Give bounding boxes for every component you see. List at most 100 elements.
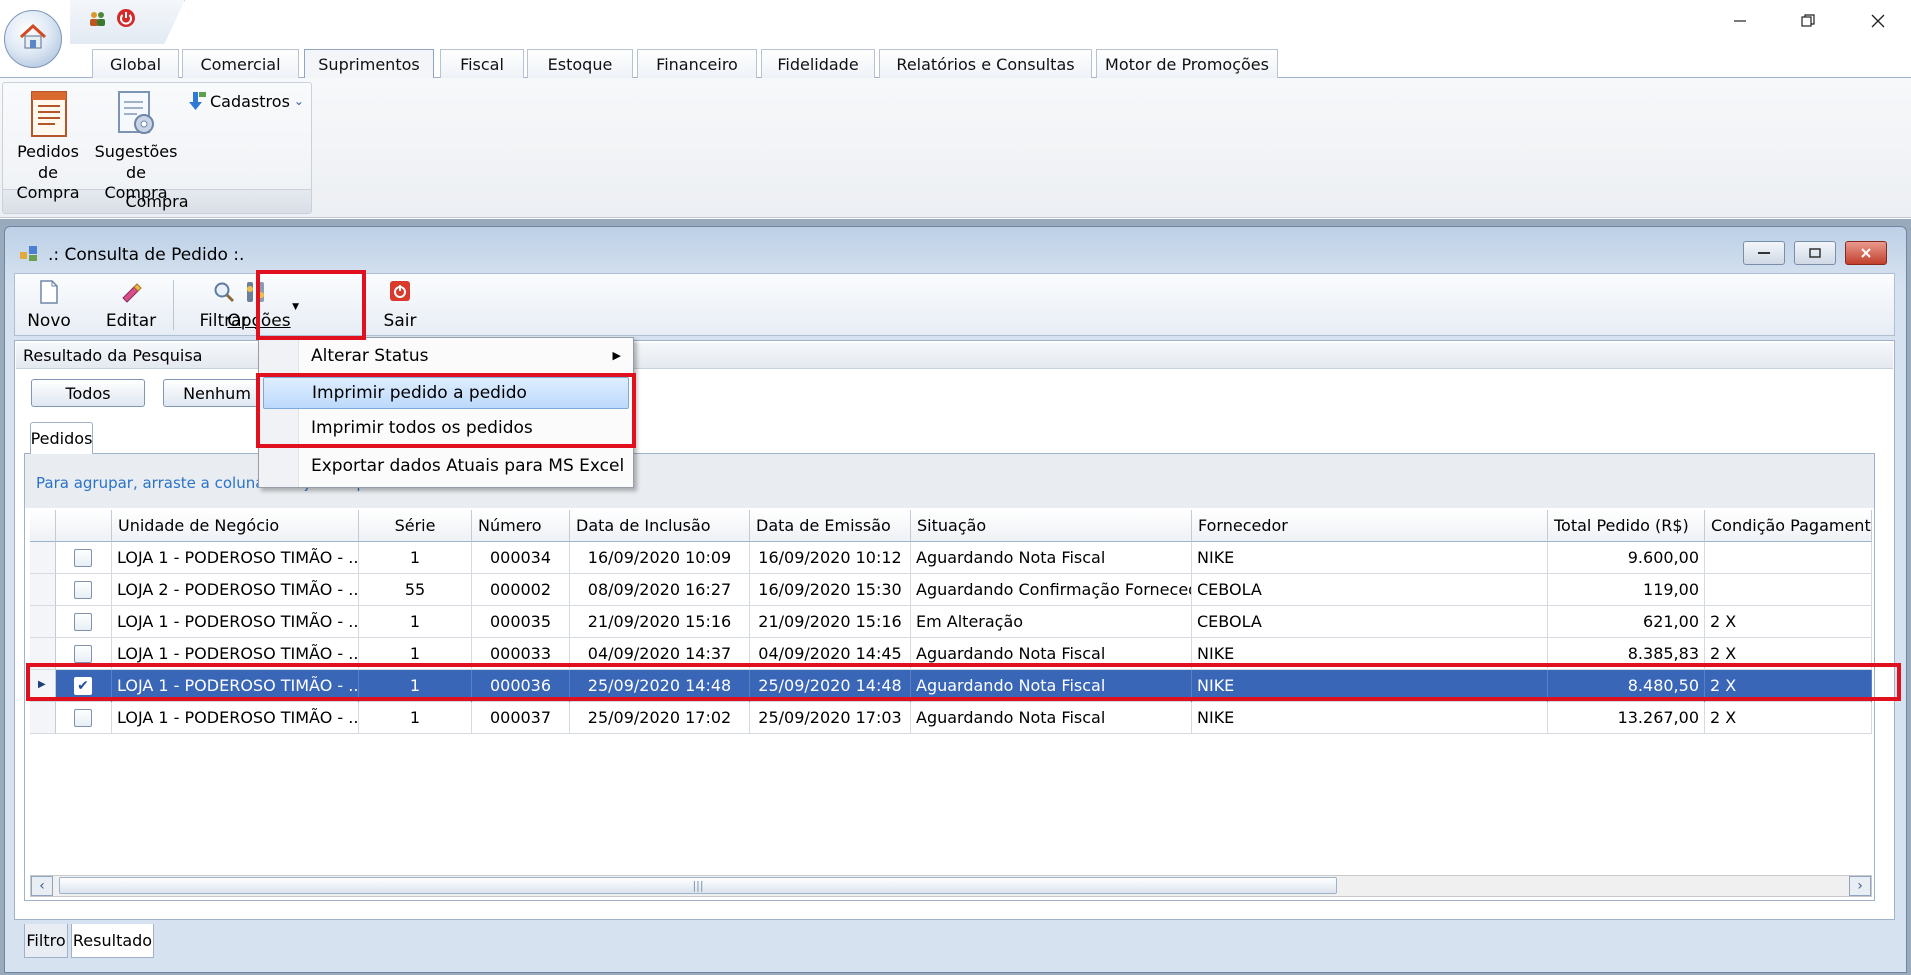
pedidos-compra-label-2: de Compra (16, 163, 80, 202)
grid-header-condicao[interactable]: Condição Pagamento (1705, 510, 1872, 542)
cell-serie: 1 (359, 702, 472, 734)
table-row[interactable]: ✔ LOJA 1 - PODEROSO TIMÃO - ... 1 000036 25/… (56, 670, 1872, 702)
cell-serie: 55 (359, 574, 472, 606)
power-icon[interactable] (116, 8, 136, 28)
window-icon (20, 246, 38, 262)
row-checkbox[interactable] (74, 645, 92, 663)
cell-unidade: LOJA 2 - PODEROSO TIMÃO - ... (112, 574, 359, 606)
table-row[interactable]: LOJA 1 - PODEROSO TIMÃO - ... 1 000034 16/0… (56, 542, 1872, 574)
row-checkbox[interactable]: ✔ (74, 677, 92, 695)
tab-fiscal[interactable]: Fiscal (440, 49, 524, 78)
users-icon[interactable] (88, 10, 108, 28)
row-checkbox[interactable] (74, 549, 92, 567)
scroll-thumb[interactable]: ||| (59, 877, 1337, 894)
sugestoes-compra-label-1: Sugestões (94, 142, 178, 161)
cell-inclusao: 21/09/2020 15:16 (570, 606, 750, 638)
tab-global[interactable]: Global (92, 49, 179, 78)
row-indicator[interactable] (30, 574, 56, 606)
cell-emissao: 21/09/2020 15:16 (750, 606, 911, 638)
tab-resultado[interactable]: Resultado (71, 924, 154, 958)
row-indicator[interactable] (30, 542, 56, 574)
minimize-button[interactable] (1720, 6, 1760, 36)
row-indicator[interactable] (30, 702, 56, 734)
row-indicator[interactable] (30, 606, 56, 638)
table-row[interactable]: LOJA 1 - PODEROSO TIMÃO - ... 1 000035 21/0… (56, 606, 1872, 638)
tab-fidelidade[interactable]: Fidelidade (761, 49, 875, 78)
grid-header-inclusao[interactable]: Data de Inclusão (570, 510, 750, 542)
gear-document-icon (115, 90, 159, 138)
cell-emissao: 25/09/2020 17:03 (750, 702, 911, 734)
scroll-left-button[interactable]: ‹ (31, 876, 53, 896)
row-indicator[interactable] (30, 638, 56, 670)
table-row[interactable]: LOJA 1 - PODEROSO TIMÃO - ... 1 000033 04/0… (56, 638, 1872, 670)
title-bar (0, 0, 1911, 44)
menu-item-alterar-status[interactable]: Alterar Status ▶ (259, 340, 633, 372)
tab-pedidos[interactable]: Pedidos (30, 422, 93, 454)
child-minimize-button[interactable] (1743, 241, 1785, 265)
sugestoes-compra-button[interactable]: Sugestões de Compra (93, 86, 179, 202)
tab-suprimentos[interactable]: Suprimentos (304, 49, 434, 79)
grid-header-unidade[interactable]: Unidade de Negócio (112, 510, 359, 542)
tab-relatorios-consultas[interactable]: Relatórios e Consultas (879, 49, 1092, 78)
cell-condicao: 2 X (1705, 638, 1872, 670)
menu-item-label: Imprimir pedido a pedido (312, 383, 527, 403)
child-restore-button[interactable] (1794, 241, 1836, 265)
scroll-right-button[interactable]: › (1849, 876, 1871, 896)
grid-header-check[interactable] (56, 510, 112, 542)
row-checkbox-cell (56, 702, 112, 734)
cell-condicao: 2 X (1705, 670, 1872, 702)
grid-header-indicator (30, 510, 56, 542)
sair-button[interactable]: Sair (377, 274, 423, 335)
novo-button[interactable]: Novo (23, 274, 75, 335)
opcoes-button[interactable]: Opções ▼ (216, 274, 302, 335)
grid-header-situacao[interactable]: Situação (911, 510, 1192, 542)
cell-numero: 000002 (472, 574, 570, 606)
restore-button[interactable] (1788, 6, 1828, 36)
cell-unidade: LOJA 1 - PODEROSO TIMÃO - ... (112, 702, 359, 734)
grid-header-total[interactable]: Total Pedido (R$) (1548, 510, 1705, 542)
menu-item-imprimir-pedido[interactable]: Imprimir pedido a pedido (263, 377, 629, 409)
cell-numero: 000033 (472, 638, 570, 670)
grid-header-emissao[interactable]: Data de Emissão (750, 510, 911, 542)
editar-button[interactable]: Editar (101, 274, 161, 335)
row-indicator[interactable]: ▶ (30, 670, 56, 702)
dropdown-arrow-icon: ▼ (292, 302, 299, 312)
tab-motor-promocoes[interactable]: Motor de Promoções (1096, 49, 1278, 78)
toolbar: Novo Editar Filtrar Opções ▼ Sair (14, 273, 1895, 336)
application-menu-button[interactable] (4, 10, 62, 68)
row-checkbox[interactable] (74, 613, 92, 631)
cell-total: 13.267,00 (1548, 702, 1705, 734)
cell-unidade: LOJA 1 - PODEROSO TIMÃO - ... (112, 606, 359, 638)
tab-estoque[interactable]: Estoque (527, 49, 633, 78)
child-close-button[interactable] (1845, 241, 1887, 265)
tab-comercial[interactable]: Comercial (182, 49, 299, 78)
close-button[interactable] (1858, 6, 1898, 36)
pedidos-compra-button[interactable]: Pedidos de Compra (6, 86, 90, 202)
sugestoes-compra-label-2: de Compra (104, 163, 168, 202)
table-row[interactable]: LOJA 2 - PODEROSO TIMÃO - ... 55 000002 08/… (56, 574, 1872, 606)
row-checkbox[interactable] (74, 581, 92, 599)
table-row[interactable]: LOJA 1 - PODEROSO TIMÃO - ... 1 000037 25/0… (56, 702, 1872, 734)
horizontal-scrollbar[interactable]: ‹ ||| › (30, 875, 1872, 897)
home-icon (18, 23, 48, 55)
grid-header-fornecedor[interactable]: Fornecedor (1192, 510, 1548, 542)
cell-inclusao: 25/09/2020 17:02 (570, 702, 750, 734)
cell-total: 8.480,50 (1548, 670, 1705, 702)
cell-situacao: Aguardando Nota Fiscal (911, 702, 1192, 734)
select-none-button[interactable]: Nenhum (163, 379, 271, 407)
tab-filtro[interactable]: Filtro (24, 924, 68, 958)
chevron-down-icon: ⌄ (293, 94, 304, 108)
cadastros-button[interactable]: Cadastros ⌄ (186, 88, 304, 114)
menu-item-imprimir-todos[interactable]: Imprimir todos os pedidos (259, 412, 633, 444)
grid-header-numero[interactable]: Número (472, 510, 570, 542)
grid-header-serie[interactable]: Série (359, 510, 472, 542)
tab-financeiro[interactable]: Financeiro (637, 49, 757, 78)
exit-icon (389, 280, 411, 307)
cell-condicao: 2 X (1705, 606, 1872, 638)
menu-item-exportar-excel[interactable]: Exportar dados Atuais para MS Excel (259, 450, 633, 482)
select-all-button[interactable]: Todos (31, 379, 145, 407)
row-checkbox[interactable] (74, 709, 92, 727)
cell-situacao: Aguardando Nota Fiscal (911, 638, 1192, 670)
cell-condicao (1705, 542, 1872, 574)
cell-serie: 1 (359, 670, 472, 702)
